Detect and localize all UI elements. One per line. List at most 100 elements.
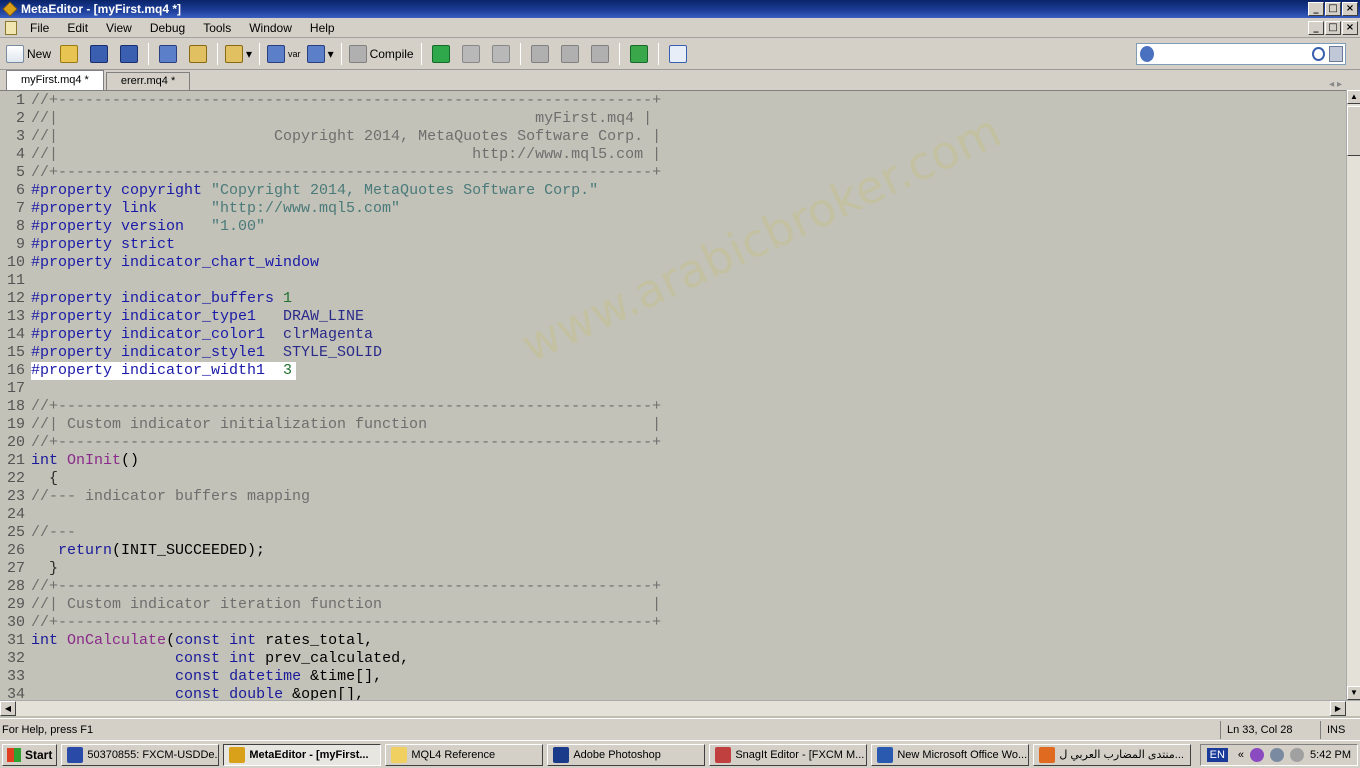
menu-window[interactable]: Window [240,21,301,35]
insert-variable-button[interactable]: var [267,42,301,66]
code-line[interactable]: 21 int OnInit() [0,452,1346,470]
code-line[interactable]: 11 [0,272,1346,290]
menu-view[interactable]: View [97,21,141,35]
menu-tools[interactable]: Tools [194,21,240,35]
scroll-right-button[interactable]: ▶ [1330,701,1346,716]
code-line[interactable]: 25 //--- [0,524,1346,542]
code-line[interactable]: 15 #property indicator_style1 STYLE_SOLID [0,344,1346,362]
navigator-button[interactable] [156,42,180,66]
code-line[interactable]: 4 //| http://www.mql5.com | [0,146,1346,164]
code-line[interactable]: 17 [0,380,1346,398]
language-indicator[interactable]: EN [1206,747,1228,762]
code-line[interactable]: 5 //+------------------------------------… [0,164,1346,182]
search-icon[interactable] [1312,47,1325,61]
document-icon[interactable] [5,20,17,35]
run-to-cursor-button[interactable] [627,42,651,66]
code-line[interactable]: 32 const int prev_calculated, [0,650,1346,668]
compile-button[interactable]: Compile [348,42,414,66]
scroll-left-button[interactable]: ◀ [0,701,16,716]
viber-icon[interactable] [1250,747,1265,762]
taskbar-item[interactable]: Adobe Photoshop [547,743,706,766]
network-icon[interactable] [1270,747,1285,762]
doc-minimize-button[interactable]: _ [1308,20,1324,35]
code-line[interactable]: 23 //--- indicator buffers mapping [0,488,1346,506]
save-button[interactable] [87,42,111,66]
taskbar-item[interactable]: New Microsoft Office Wo... [871,743,1030,766]
volume-icon[interactable] [1290,747,1305,762]
code-line[interactable]: 16 #property indicator_width1 3 [0,362,1346,380]
code-line[interactable]: 10 #property indicator_chart_window [0,254,1346,272]
code-line[interactable]: 31 int OnCalculate(const int rates_total, [0,632,1346,650]
insert-mode: INS [1320,720,1360,739]
pause-debug-button[interactable] [459,42,483,66]
new-button[interactable]: New [6,42,51,66]
close-button[interactable]: × [1342,2,1358,16]
menu-debug[interactable]: Debug [141,21,194,35]
tab-myfirst[interactable]: myFirst.mq4 * [6,70,104,90]
code-line[interactable]: 8 #property version "1.00" [0,218,1346,236]
line-number: 18 [6,398,25,415]
start-button[interactable]: Start [2,743,58,766]
code-line[interactable]: 28 //+-----------------------------------… [0,578,1346,596]
code-line[interactable]: 30 //+-----------------------------------… [0,614,1346,632]
code-line[interactable]: 20 //+-----------------------------------… [0,434,1346,452]
task-app-icon [229,746,246,763]
start-label: Start [25,747,53,762]
menu-edit[interactable]: Edit [58,21,97,35]
toolbox-button[interactable] [186,42,210,66]
code-line[interactable]: 3 //| Copyright 2014, MetaQuotes Software… [0,128,1346,146]
code-line[interactable]: 2 //| myFirst.mq4 | [0,110,1346,128]
doc-restore-button[interactable]: □ [1325,20,1341,35]
minimize-button[interactable]: _ [1308,2,1324,16]
code-line[interactable]: 7 #property link "http://www.mql5.com" [0,200,1346,218]
code-line[interactable]: 12 #property indicator_buffers 1 [0,290,1346,308]
tab-ererr[interactable]: ererr.mq4 * [105,72,191,90]
gear-icon[interactable] [1140,46,1154,62]
taskbar-item[interactable]: 50370855: FXCM-USDDe... [61,743,220,766]
code-line[interactable]: 26 return(INIT_SUCCEEDED); [0,542,1346,560]
insert-function-button[interactable]: ▾ [306,42,334,66]
code-line[interactable]: 18 //+-----------------------------------… [0,398,1346,416]
start-debug-button[interactable] [429,42,453,66]
tray-expand-icon[interactable]: « [1238,749,1244,761]
doc-close-button[interactable]: × [1342,20,1358,35]
vertical-scrollbar[interactable]: ▲ ▼ [1346,90,1360,700]
save-all-button[interactable] [117,42,141,66]
code-line[interactable]: 9 #property strict [0,236,1346,254]
scroll-up-button[interactable]: ▲ [1347,90,1360,104]
taskbar-item[interactable]: MQL4 Reference [385,743,544,766]
search-options-icon[interactable] [1328,46,1343,62]
code-line[interactable]: 14 #property indicator_color1 clrMagenta [0,326,1346,344]
horizontal-scrollbar[interactable]: ◀ ▶ [0,700,1360,716]
code-line[interactable]: 24 [0,506,1346,524]
taskbar-item[interactable]: SnagIt Editor - [FXCM M... [709,743,868,766]
code-line[interactable]: 19 //| Custom indicator initialization fu… [0,416,1346,434]
step-into-button[interactable] [528,42,552,66]
code-line[interactable]: 22 { [0,470,1346,488]
step-over-button[interactable] [558,42,582,66]
code-text: //| Copyright 2014, MetaQuotes Software … [31,128,662,145]
styler-button[interactable]: ▾ [225,42,252,66]
stop-debug-button[interactable] [489,42,513,66]
scroll-thumb[interactable] [1347,106,1360,156]
tab-scroll-arrows[interactable]: ◂ ▸ [1329,79,1342,90]
taskbar-item[interactable]: منتدى المضارب العربي ل... [1033,743,1192,766]
menu-file[interactable]: File [21,21,58,35]
search-input[interactable] [1157,45,1312,63]
terminal-button[interactable] [666,42,690,66]
open-button[interactable] [57,42,81,66]
code-line[interactable]: 34 const double &open[], [0,686,1346,700]
code-line[interactable]: 1 //+------------------------------------… [0,92,1346,110]
code-line[interactable]: 6 #property copyright "Copyright 2014, Me… [0,182,1346,200]
line-number: 23 [6,488,25,505]
menu-help[interactable]: Help [301,21,344,35]
code-line[interactable]: 13 #property indicator_type1 DRAW_LINE [0,308,1346,326]
taskbar-item[interactable]: MetaEditor - [myFirst... [223,743,382,766]
scroll-down-button[interactable]: ▼ [1347,686,1360,700]
code-editor[interactable]: www.arabicbroker.com 1//+---------------… [0,90,1346,700]
step-out-button[interactable] [588,42,612,66]
code-line[interactable]: 33 const datetime &time[], [0,668,1346,686]
code-line[interactable]: 29 //| Custom indicator iteration functio… [0,596,1346,614]
maximize-button[interactable]: □ [1325,2,1341,16]
code-line[interactable]: 27 } [0,560,1346,578]
